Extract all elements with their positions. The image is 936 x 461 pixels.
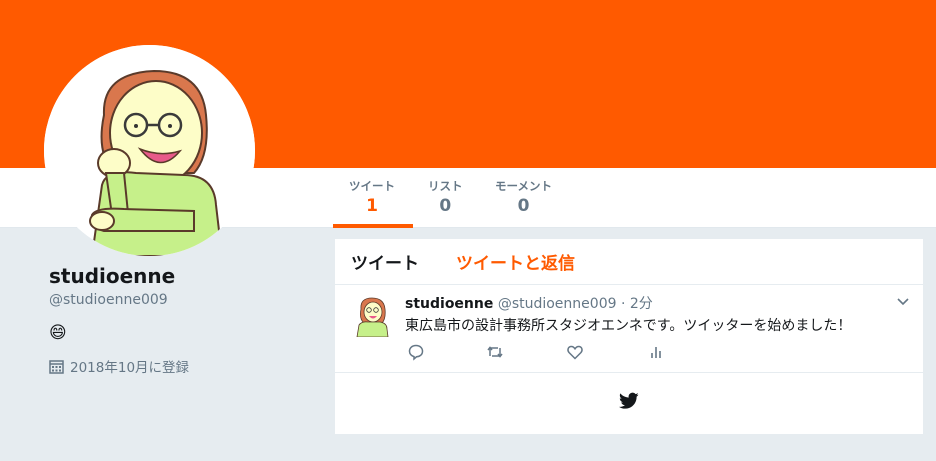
profile-joined-text: 2018年10月に登録	[70, 360, 190, 376]
tweet-timestamp[interactable]: · 2分	[621, 296, 653, 312]
tweet-text: 東広島市の設計事務所スタジオエンネです。ツイッターを始めました！	[405, 318, 852, 334]
profile-bio: 😄	[49, 323, 67, 343]
profile-name[interactable]: studioenne	[49, 264, 175, 288]
chevron-down-icon[interactable]	[895, 293, 911, 309]
stat-moments-value: 0	[517, 196, 530, 216]
active-stat-underline	[333, 224, 413, 228]
like-icon[interactable]	[566, 343, 584, 361]
tweet-header: studioenne @studioenne009 · 2分	[405, 293, 653, 313]
stat-tweets-label: ツイート	[349, 179, 395, 193]
timeline-tabs: ツイート ツイートと返信	[335, 239, 923, 285]
tweet[interactable]: studioenne @studioenne009 · 2分 東広島市の設計事務…	[335, 285, 923, 373]
timeline: ツイート ツイートと返信 studioenne @studioenne009 ·…	[335, 239, 923, 434]
stat-lists[interactable]: リスト 0	[428, 178, 463, 216]
tab-tweets[interactable]: ツイート	[351, 249, 419, 274]
stat-moments-label: モーメント	[495, 179, 553, 193]
stat-tweets[interactable]: ツイート 1	[349, 178, 395, 216]
profile-avatar[interactable]	[44, 45, 255, 256]
tweet-avatar[interactable]	[354, 295, 390, 337]
profile-handle[interactable]: @studioenne009	[49, 292, 168, 308]
stat-tweets-value: 1	[366, 196, 378, 216]
analytics-icon[interactable]	[647, 343, 665, 361]
twitter-bird-icon	[619, 392, 639, 409]
tab-tweets-and-replies[interactable]: ツイートと返信	[456, 249, 575, 274]
tweet-author-handle[interactable]: @studioenne009	[498, 296, 617, 312]
stat-moments[interactable]: モーメント 0	[495, 178, 552, 216]
stat-lists-value: 0	[439, 196, 452, 216]
avatar-illustration	[44, 45, 255, 256]
reply-icon[interactable]	[407, 343, 425, 361]
retweet-icon[interactable]	[486, 343, 504, 361]
profile-joined: 2018年10月に登録	[49, 356, 189, 376]
tweet-author-name[interactable]: studioenne	[405, 296, 493, 312]
calendar-icon	[49, 359, 64, 374]
stat-lists-label: リスト	[428, 179, 463, 193]
